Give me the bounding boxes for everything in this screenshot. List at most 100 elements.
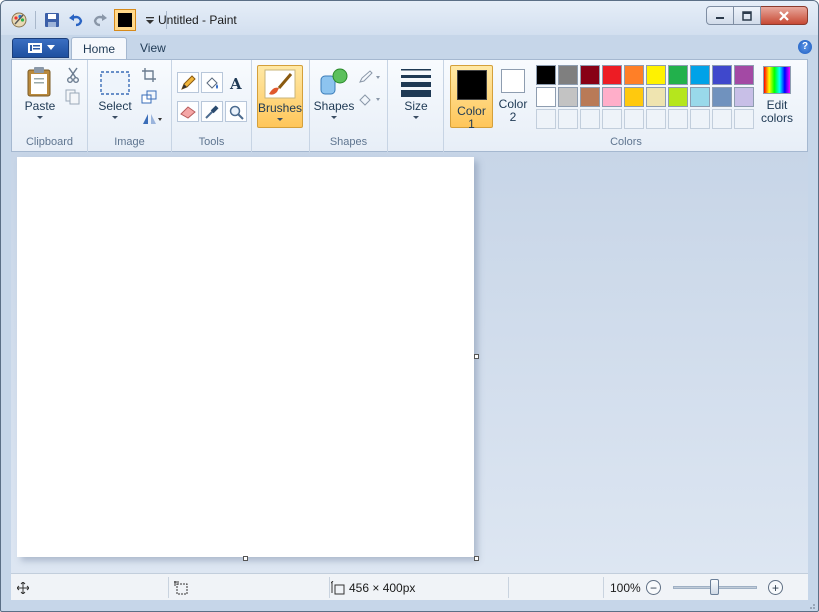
custom-color-slot[interactable] xyxy=(624,109,644,129)
brushes-button[interactable]: Brushes xyxy=(257,65,303,128)
size-button[interactable]: Size xyxy=(396,66,436,119)
chevron-down-icon xyxy=(331,116,337,119)
brush-icon xyxy=(264,69,296,99)
paste-label: Paste xyxy=(24,99,56,113)
palette-swatch[interactable] xyxy=(712,65,732,85)
palette-swatch[interactable] xyxy=(624,65,644,85)
custom-color-slot[interactable] xyxy=(668,109,688,129)
palette-swatch[interactable] xyxy=(580,87,600,107)
custom-color-slot[interactable] xyxy=(536,109,556,129)
current-color-icon[interactable] xyxy=(114,9,136,31)
palette-swatch[interactable] xyxy=(580,65,600,85)
shapes-button[interactable]: Shapes xyxy=(314,66,354,119)
outline-icon[interactable] xyxy=(358,68,382,86)
rotate-icon[interactable] xyxy=(140,110,164,128)
resize-icon[interactable] xyxy=(140,88,158,106)
palette-swatch[interactable] xyxy=(668,65,688,85)
color2-button[interactable]: Color 2 xyxy=(494,69,532,124)
fill-shape-icon[interactable] xyxy=(358,90,382,108)
palette-swatch[interactable] xyxy=(558,65,578,85)
zoom-in-icon[interactable]: + xyxy=(768,580,783,595)
tab-view[interactable]: View xyxy=(129,37,177,60)
pencil-icon[interactable] xyxy=(177,72,199,93)
resize-handle-bottom[interactable] xyxy=(243,556,248,561)
title-bar: Untitled - Paint xyxy=(1,1,818,35)
clipboard-group-label: Clipboard xyxy=(25,136,74,148)
paint-app-icon[interactable] xyxy=(9,10,29,30)
tab-home[interactable]: Home xyxy=(71,37,128,60)
ribbon: Paste Clipboard Select Image A Tools Bru… xyxy=(11,59,808,152)
image-size-icon xyxy=(331,580,345,594)
colors-group-label: Colors xyxy=(610,136,642,148)
tools-group-label: Tools xyxy=(198,136,225,148)
cut-icon[interactable] xyxy=(64,66,82,84)
close-icon xyxy=(779,10,789,21)
color1-label-line2: 1 xyxy=(468,117,475,131)
status-bar: 456 × 400px 100% − + xyxy=(11,573,808,600)
palette-swatch[interactable] xyxy=(646,65,666,85)
palette-swatch[interactable] xyxy=(668,87,688,107)
resize-grip-icon[interactable] xyxy=(806,599,816,609)
color2-label: Color 2 xyxy=(499,98,528,124)
select-button[interactable]: Select xyxy=(96,70,134,119)
color1-button[interactable]: Color 1 xyxy=(450,65,493,131)
custom-color-slot[interactable] xyxy=(734,109,754,129)
custom-color-slot[interactable] xyxy=(646,109,666,129)
copy-icon[interactable] xyxy=(64,88,82,106)
resize-handle-corner[interactable] xyxy=(474,556,479,561)
color2-swatch xyxy=(501,69,525,93)
palette-swatch[interactable] xyxy=(734,65,754,85)
palette-swatch[interactable] xyxy=(624,87,644,107)
custom-color-slot[interactable] xyxy=(580,109,600,129)
paste-button[interactable]: Paste xyxy=(22,66,58,119)
paint-window: Untitled - Paint Home View ? Paste Clipb… xyxy=(0,0,819,612)
zoom-slider-thumb[interactable] xyxy=(710,579,719,595)
workspace[interactable] xyxy=(11,152,808,573)
minimize-button[interactable] xyxy=(706,6,734,25)
edit-colors-button[interactable]: Edit colors xyxy=(757,66,797,125)
palette-swatch[interactable] xyxy=(536,65,556,85)
shapes-icon xyxy=(320,68,348,95)
custom-color-slot[interactable] xyxy=(712,109,732,129)
color1-swatch xyxy=(456,70,487,100)
separator xyxy=(603,577,604,598)
palette-swatch[interactable] xyxy=(734,87,754,107)
palette-swatch[interactable] xyxy=(690,65,710,85)
maximize-button[interactable] xyxy=(734,6,761,25)
custom-color-slot[interactable] xyxy=(558,109,578,129)
palette-swatch[interactable] xyxy=(558,87,578,107)
edit-colors-label: Edit colors xyxy=(761,99,793,125)
color-picker-icon[interactable] xyxy=(201,101,223,122)
customize-qat-icon[interactable] xyxy=(140,10,160,30)
custom-color-slot[interactable] xyxy=(690,109,710,129)
palette-swatch[interactable] xyxy=(646,87,666,107)
drawing-canvas[interactable] xyxy=(17,157,474,557)
chevron-down-icon xyxy=(413,116,419,119)
magnifier-icon[interactable] xyxy=(225,101,247,122)
maximize-icon xyxy=(742,10,752,21)
palette-swatch[interactable] xyxy=(690,87,710,107)
selection-size-icon xyxy=(174,574,188,601)
paint-menu-button[interactable] xyxy=(12,38,69,58)
close-button[interactable] xyxy=(761,6,808,25)
fill-icon[interactable] xyxy=(201,72,223,93)
color2-label-line2: 2 xyxy=(509,110,517,124)
image-size: 456 × 400px xyxy=(331,574,415,601)
save-icon[interactable] xyxy=(42,10,62,30)
brushes-inner: Brushes xyxy=(258,68,302,121)
select-label: Select xyxy=(98,99,132,113)
select-icon xyxy=(100,71,130,95)
resize-handle-right[interactable] xyxy=(474,354,479,359)
palette-swatch[interactable] xyxy=(536,87,556,107)
help-icon[interactable]: ? xyxy=(798,40,812,54)
custom-color-slot[interactable] xyxy=(602,109,622,129)
text-icon[interactable]: A xyxy=(225,72,247,93)
palette-swatch[interactable] xyxy=(602,65,622,85)
zoom-out-icon[interactable]: − xyxy=(646,580,661,595)
undo-icon[interactable] xyxy=(66,10,86,30)
eraser-icon[interactable] xyxy=(177,101,199,122)
palette-swatch[interactable] xyxy=(602,87,622,107)
redo-icon[interactable] xyxy=(90,10,110,30)
crop-icon[interactable] xyxy=(140,66,158,84)
palette-swatch[interactable] xyxy=(712,87,732,107)
